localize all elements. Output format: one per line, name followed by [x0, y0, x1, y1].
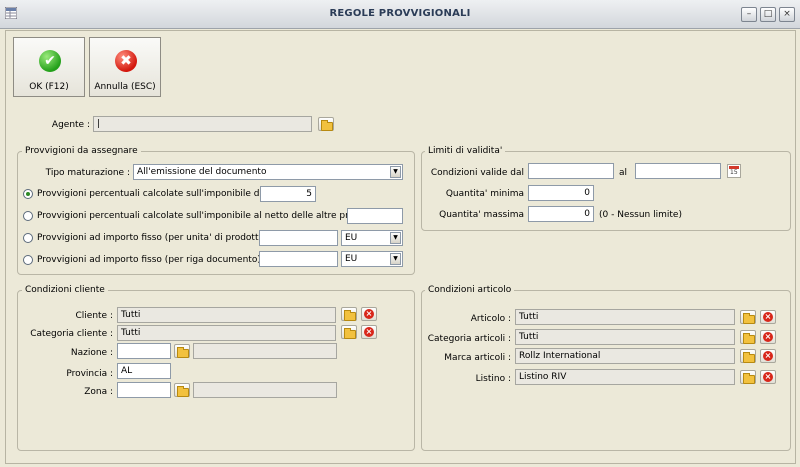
radio-perc-netto[interactable]	[23, 211, 33, 221]
zona-input[interactable]	[117, 382, 171, 398]
qmax-label: Quantita' massima	[439, 210, 524, 220]
cliente-folder-icon[interactable]	[341, 307, 357, 321]
listino-folder-icon[interactable]	[740, 370, 756, 384]
marca-articoli-field[interactable]: Rollz International	[515, 348, 735, 364]
cliente-field[interactable]: Tutti	[117, 307, 336, 323]
tipo-maturazione-label: Tipo maturazione :	[45, 168, 130, 178]
fisso-riga-input[interactable]	[259, 251, 338, 267]
radio-perc-riga[interactable]	[23, 189, 33, 199]
zona-label: Zona :	[84, 387, 113, 397]
cancel-icon: ✖	[115, 50, 137, 72]
provvigioni-group-title: Provvigioni da assegnare	[22, 146, 141, 156]
categoria-articoli-field[interactable]: Tutti	[515, 329, 735, 345]
cliente-group-title: Condizioni cliente	[22, 285, 108, 295]
radio-fisso-riga-label: Provvigioni ad importo fisso (per riga d…	[37, 255, 261, 265]
listino-label: Listino :	[475, 374, 511, 384]
radio-perc-riga-label: Provvigioni percentuali calcolate sull'i…	[37, 189, 283, 199]
categoria-articoli-label: Categoria articoli :	[427, 334, 511, 344]
chevron-down-icon[interactable]: ▼	[390, 253, 401, 265]
cancel-button[interactable]: ✖ Annulla (ESC)	[89, 37, 161, 97]
radio-fisso-unita[interactable]	[23, 233, 33, 243]
categoria-cliente-folder-icon[interactable]	[341, 325, 357, 339]
zona-description	[193, 382, 337, 398]
ok-button-label: OK (F12)	[29, 82, 69, 92]
categoria-cliente-label: Categoria cliente :	[30, 329, 113, 339]
chevron-down-icon[interactable]: ▼	[390, 166, 401, 178]
articolo-field[interactable]: Tutti	[515, 309, 735, 325]
nazione-description	[193, 343, 337, 359]
tipo-maturazione-value: All'emissione del documento	[137, 167, 267, 177]
perc-netto-input[interactable]	[347, 208, 403, 224]
radio-fisso-riga[interactable]	[23, 255, 33, 265]
provincia-label: Provincia :	[66, 369, 113, 379]
nazione-input[interactable]	[117, 343, 171, 359]
categoria-cliente-field[interactable]: Tutti	[117, 325, 336, 341]
cancel-button-label: Annulla (ESC)	[94, 82, 156, 92]
cliente-delete-icon[interactable]: ×	[361, 307, 377, 321]
chevron-down-icon[interactable]: ▼	[390, 232, 401, 244]
fisso-unita-currency-select[interactable]: EU ▼	[341, 230, 403, 246]
radio-fisso-unita-label: Provvigioni ad importo fisso (per unita'…	[37, 233, 268, 243]
tipo-maturazione-select[interactable]: All'emissione del documento ▼	[133, 164, 403, 180]
checkmark-icon: ✔	[39, 50, 61, 72]
minimize-icon[interactable]: –	[741, 7, 757, 22]
window-title: REGOLE PROVVIGIONALI	[329, 8, 471, 19]
categoria-articoli-delete-icon[interactable]: ×	[760, 330, 776, 344]
agente-label: Agente :	[51, 120, 90, 130]
marca-articoli-folder-icon[interactable]	[740, 349, 756, 363]
maximize-icon[interactable]: □	[760, 7, 776, 22]
condizioni-dal-input[interactable]	[528, 163, 614, 179]
listino-delete-icon[interactable]: ×	[760, 370, 776, 384]
fisso-unita-input[interactable]	[259, 230, 338, 246]
provincia-input[interactable]: AL	[117, 363, 171, 379]
condizioni-dal-label: Condizioni valide dal	[430, 168, 524, 178]
marca-articoli-delete-icon[interactable]: ×	[760, 349, 776, 363]
marca-articoli-label: Marca articoli :	[444, 353, 511, 363]
fisso-unita-currency-value: EU	[345, 233, 358, 243]
fisso-riga-currency-value: EU	[345, 254, 358, 264]
radio-perc-netto-label: Provvigioni percentuali calcolate sull'i…	[37, 211, 390, 221]
zona-folder-icon[interactable]	[174, 383, 190, 397]
articolo-folder-icon[interactable]	[740, 310, 756, 324]
perc-riga-input[interactable]: 5	[260, 186, 316, 202]
qmin-label: Quantita' minima	[445, 189, 524, 199]
articolo-delete-icon[interactable]: ×	[760, 310, 776, 324]
ok-button[interactable]: ✔ OK (F12)	[13, 37, 85, 97]
nazione-label: Nazione :	[70, 348, 113, 358]
listino-field[interactable]: Listino RIV	[515, 369, 735, 385]
qmin-input[interactable]: 0	[528, 185, 594, 201]
qmax-input[interactable]: 0	[528, 206, 594, 222]
articolo-label: Articolo :	[470, 314, 511, 324]
condizioni-al-label: al	[619, 168, 628, 178]
fisso-riga-currency-select[interactable]: EU ▼	[341, 251, 403, 267]
agente-field[interactable]: |	[93, 116, 312, 132]
limiti-group-title: Limiti di validita'	[425, 146, 506, 156]
condizioni-al-input[interactable]	[635, 163, 721, 179]
cliente-label: Cliente :	[75, 311, 114, 321]
articolo-group-title: Condizioni articolo	[425, 285, 515, 295]
categoria-cliente-delete-icon[interactable]: ×	[361, 325, 377, 339]
nazione-folder-icon[interactable]	[174, 344, 190, 358]
agente-folder-icon[interactable]	[318, 117, 334, 131]
calendar-icon[interactable]	[727, 164, 741, 178]
close-icon[interactable]: ×	[779, 7, 795, 22]
qmax-note: (0 - Nessun limite)	[599, 210, 682, 220]
categoria-articoli-folder-icon[interactable]	[740, 330, 756, 344]
title-bar: REGOLE PROVVIGIONALI – □ ×	[0, 0, 800, 29]
